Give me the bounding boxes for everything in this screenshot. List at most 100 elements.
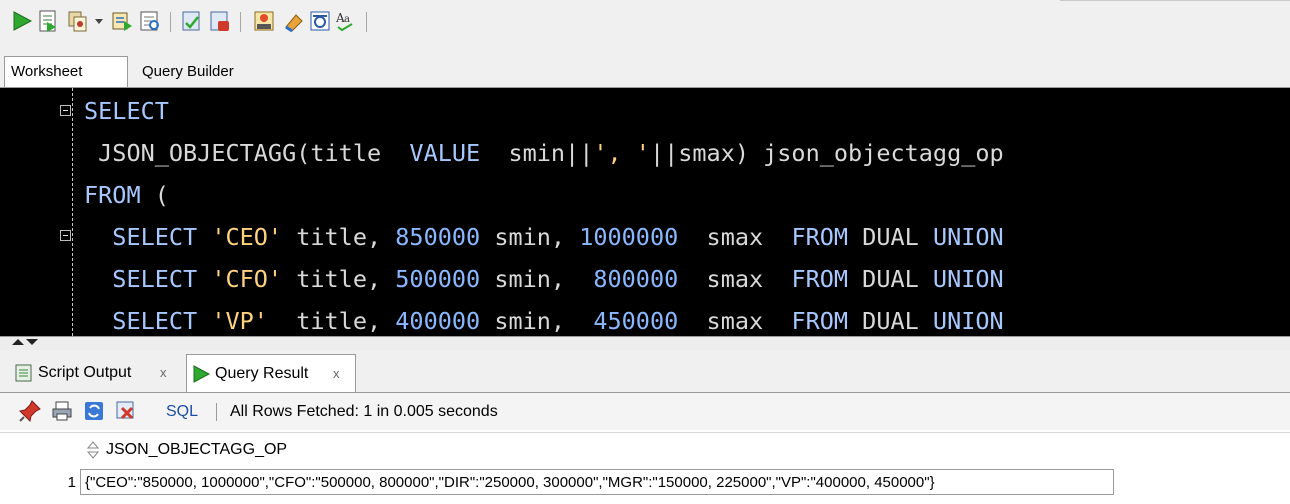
code-token: FROM [791, 307, 849, 335]
code-token: 1000000 [579, 223, 679, 251]
code-token: smin, [480, 223, 580, 251]
pin-icon[interactable] [18, 399, 42, 423]
code-token: 850000 [395, 223, 481, 251]
code-token: smax [678, 307, 792, 335]
code-token: smin, [480, 307, 594, 335]
run-script-icon[interactable] [36, 9, 60, 33]
sql-editor[interactable]: SELECT JSON_OBJECTAGG(title VALUE smin||… [0, 88, 1290, 336]
code-line[interactable]: SELECT [84, 90, 169, 132]
tab-script-output-label: Script Output [38, 364, 132, 381]
column-header-label: JSON_OBJECTAGG_OP [106, 441, 288, 458]
code-token: smax [678, 223, 792, 251]
code-line[interactable]: SELECT 'CEO' title, 850000 smin, 1000000… [84, 216, 1004, 258]
delete-rows-icon[interactable] [114, 399, 138, 423]
sql-tuning-icon[interactable] [180, 9, 204, 33]
commit-icon[interactable] [66, 9, 90, 33]
refresh-icon[interactable] [82, 399, 106, 423]
close-icon[interactable]: x [333, 355, 340, 393]
editor-fold-guide [72, 88, 73, 336]
run-statement-icon[interactable] [10, 9, 34, 33]
code-token: 500000 [395, 265, 481, 293]
rollback-icon[interactable] [208, 9, 232, 33]
code-token: 400000 [395, 307, 481, 335]
tab-script-output[interactable]: Script Output x [10, 354, 186, 392]
collapse-icon[interactable] [60, 230, 71, 241]
code-line[interactable]: SELECT 'CFO' title, 500000 smin, 800000 … [84, 258, 1004, 300]
code-token: JSON_OBJECTAGG(title [84, 139, 410, 167]
tab-query-result-label: Query Result [215, 365, 309, 382]
toolbar-separator [216, 403, 217, 421]
code-token: smin, [480, 265, 594, 293]
toolbar-separator [366, 12, 367, 32]
code-token: FROM [791, 265, 849, 293]
table-row[interactable]: 1 {"CEO":"850000, 1000000","CFO":"500000… [0, 467, 1290, 499]
code-token: SELECT [112, 265, 198, 293]
code-token: 800000 [593, 265, 679, 293]
tab-worksheet[interactable]: Worksheet [4, 56, 128, 87]
code-token: title, [282, 265, 396, 293]
result-cell[interactable]: {"CEO":"850000, 1000000","CFO":"500000, … [80, 469, 1114, 495]
result-toolbar: SQL All Rows Fetched: 1 in 0.005 seconds [0, 393, 1290, 430]
sort-icon[interactable] [86, 440, 100, 459]
code-token: 'CFO' [211, 265, 283, 293]
code-token: DUAL [848, 307, 933, 335]
query-result-icon [193, 365, 211, 383]
tab-query-builder[interactable]: Query Builder [142, 56, 234, 87]
code-token: ', ' [593, 139, 650, 167]
code-token: ( [140, 181, 169, 209]
code-token: 'VP' [211, 307, 268, 335]
collapse-icon[interactable] [60, 105, 71, 116]
print-icon[interactable] [50, 399, 74, 423]
code-token: smin|| [480, 139, 594, 167]
code-token: UNION [932, 223, 1004, 251]
column-header[interactable]: JSON_OBJECTAGG_OP [86, 433, 287, 467]
script-output-icon [15, 364, 32, 382]
close-icon[interactable]: x [160, 354, 167, 392]
clear-icon[interactable] [282, 9, 306, 33]
code-token: smax [678, 265, 792, 293]
fetch-status-text: All Rows Fetched: 1 in 0.005 seconds [230, 403, 498, 420]
code-token: SELECT [112, 223, 198, 251]
output-tab-bar: Script Output x Query Result x [0, 350, 1290, 393]
row-number: 1 [67, 474, 76, 491]
svg-text:a: a [344, 14, 350, 25]
code-token: title, [282, 223, 396, 251]
code-token: FROM [84, 181, 141, 209]
code-token: 450000 [593, 307, 679, 335]
code-line[interactable]: JSON_OBJECTAGG(title VALUE smin||', '||s… [84, 132, 1004, 174]
panel-splitter[interactable] [0, 336, 1290, 351]
main-toolbar: A a [0, 0, 1290, 46]
sql-history-icon[interactable] [252, 9, 276, 33]
code-token: SELECT [112, 307, 198, 335]
code-token: UNION [932, 265, 1004, 293]
code-token: VALUE [409, 139, 481, 167]
toolbar-separator [170, 12, 171, 32]
code-line[interactable]: SELECT 'VP' title, 400000 smin, 450000 s… [84, 300, 1004, 336]
code-token: DUAL [848, 223, 933, 251]
code-token: UNION [932, 307, 1004, 335]
worksheet-tab-bar: Worksheet Query Builder [0, 46, 1290, 88]
spell-check-icon[interactable]: A a [334, 9, 358, 33]
autotrace-icon[interactable] [110, 9, 134, 33]
results-grid-header: JSON_OBJECTAGG_OP [0, 432, 1290, 468]
code-line[interactable]: FROM ( [84, 174, 169, 216]
code-token: FROM [791, 223, 849, 251]
dropdown-arrow-icon[interactable] [92, 9, 106, 33]
toolbar-edge-line [1060, 0, 1290, 1]
toolbar-separator [240, 12, 241, 32]
code-token: SELECT [84, 97, 169, 125]
format-icon[interactable] [308, 9, 332, 33]
code-token: ||smax) json_objectagg_op [649, 139, 1004, 167]
explain-plan-icon[interactable] [138, 9, 162, 33]
splitter-arrows-icon[interactable] [8, 337, 38, 347]
sql-link[interactable]: SQL [166, 393, 198, 430]
code-token: 'CEO' [211, 223, 283, 251]
tab-query-result[interactable]: Query Result x [186, 354, 356, 392]
code-token: DUAL [848, 265, 933, 293]
